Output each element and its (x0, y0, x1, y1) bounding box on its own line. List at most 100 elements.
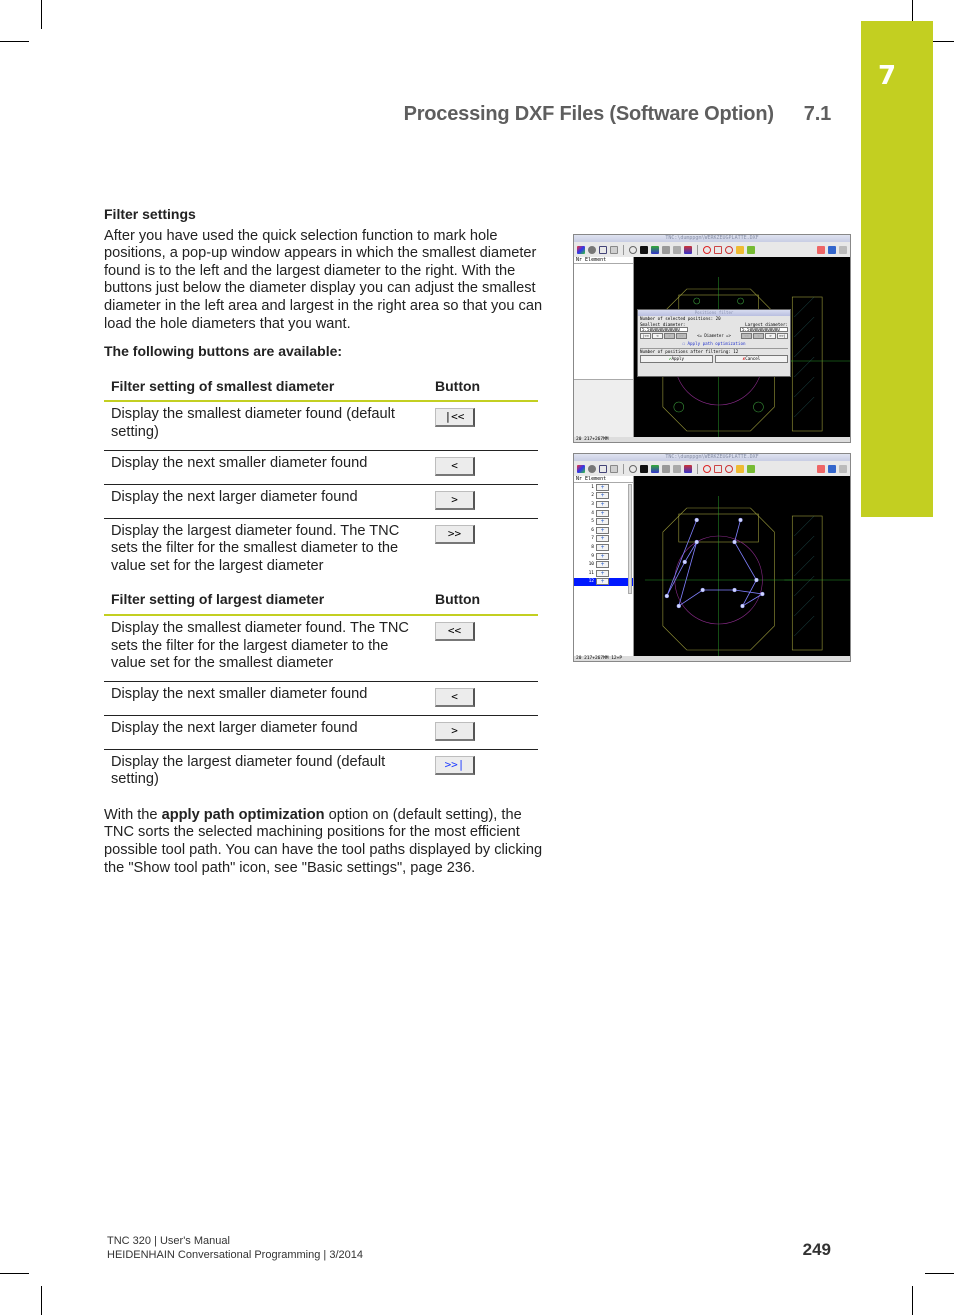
list-item[interactable]: 5 + (574, 517, 633, 526)
arrow-green-icon[interactable] (747, 464, 755, 473)
snap-icon[interactable] (673, 245, 681, 254)
intro-paragraph: After you have used the quick selection … (104, 227, 543, 332)
list-item[interactable]: 4 + (574, 509, 633, 518)
dlg-prev-button[interactable]: < (652, 332, 663, 339)
plus-icon[interactable]: + (596, 578, 609, 586)
close-icon[interactable] (817, 245, 825, 254)
plus-icon[interactable]: + (596, 483, 609, 491)
cancel-select-icon[interactable] (725, 464, 733, 473)
list-item-number: 5 (591, 519, 594, 525)
dlg-jump-largest-button[interactable]: >> (676, 332, 687, 339)
layer-icon[interactable] (577, 464, 585, 473)
list-item[interactable]: 7 + (574, 535, 633, 544)
plus-icon[interactable]: + (596, 492, 609, 500)
arrow-green-icon[interactable] (747, 245, 755, 254)
toolbar-separator (697, 244, 698, 255)
gear-icon[interactable] (588, 464, 596, 473)
drawing-canvas[interactable] (635, 476, 850, 656)
list-scrollbar[interactable] (628, 484, 632, 594)
list-item[interactable]: 9 + (574, 552, 633, 561)
list-item[interactable]: 12 + (574, 577, 633, 587)
next-smaller-button[interactable]: < (435, 456, 475, 476)
path-icon[interactable] (714, 245, 722, 254)
save-icon[interactable] (828, 464, 836, 473)
next-larger-button[interactable]: > (435, 490, 475, 510)
arrow-yellow-icon[interactable] (736, 464, 744, 473)
plus-icon[interactable]: + (596, 518, 609, 526)
position-icon[interactable] (610, 464, 618, 473)
grid-icon[interactable] (662, 464, 670, 473)
apply-button[interactable]: ✔Apply (640, 355, 713, 363)
jump-smallest-button[interactable]: << (435, 621, 475, 641)
save-icon[interactable] (828, 245, 836, 254)
dlg-next-button[interactable]: > (765, 332, 776, 339)
grid-icon[interactable] (662, 245, 670, 254)
cancel-select-icon[interactable] (725, 245, 733, 254)
zoom-icon[interactable] (629, 464, 637, 473)
positions-filter-dialog: Positions filter Number of selected posi… (637, 309, 791, 377)
footer-line2: HEIDENHAIN Conversational Programming | … (107, 1249, 363, 1261)
list-item-number: 3 (591, 501, 594, 507)
table-row: Display the next smaller diameter found … (104, 450, 538, 485)
contour-icon[interactable] (599, 245, 607, 254)
plus-icon[interactable]: + (596, 500, 609, 508)
largest-diameter-field[interactable]: 5.5000000000000 (740, 326, 788, 332)
row-description: Display the smallest diameter found. The… (104, 614, 428, 682)
chapter-tab: 7 (861, 21, 933, 517)
arrow-yellow-icon[interactable] (736, 245, 744, 254)
list-item[interactable]: 8 + (574, 543, 633, 552)
close-icon[interactable] (817, 464, 825, 473)
first-smallest-button[interactable]: |<< (435, 408, 475, 428)
shapes-icon[interactable] (684, 245, 692, 254)
fill-icon[interactable] (640, 245, 648, 254)
shapes-icon[interactable] (684, 464, 692, 473)
dlg-next-button[interactable]: > (664, 332, 675, 339)
list-item[interactable]: 3 + (574, 500, 633, 509)
apply-path-optimization-checkbox[interactable]: ☐ Apply path optimization (640, 340, 788, 349)
next-larger-button[interactable]: > (435, 721, 475, 741)
element-list-pane: Nr Element (574, 257, 634, 437)
window-title: TNC:\dumppgm\WERKZEUGPLATTE.DXF (574, 235, 850, 242)
table-row: Display the next larger diameter found > (104, 484, 538, 519)
contour-icon[interactable] (599, 464, 607, 473)
snap-icon[interactable] (673, 464, 681, 473)
help-icon[interactable] (839, 464, 847, 473)
target-icon[interactable] (703, 245, 711, 254)
jump-largest-button[interactable]: >> (435, 524, 475, 544)
plus-icon[interactable]: + (596, 535, 609, 543)
fill-icon[interactable] (640, 464, 648, 473)
tool-path (666, 519, 764, 608)
last-largest-button[interactable]: >>| (435, 755, 475, 775)
list-item[interactable]: 2 + (574, 492, 633, 501)
smallest-diameter-field[interactable]: 5.5000000000000 (640, 326, 688, 332)
list-item[interactable]: 6 + (574, 526, 633, 535)
list-item[interactable]: 1 + (574, 483, 633, 492)
colors-icon[interactable] (651, 464, 659, 473)
dlg-first-button[interactable]: |<< (640, 332, 651, 339)
zoom-icon[interactable] (629, 245, 637, 254)
next-smaller-button[interactable]: < (435, 687, 475, 707)
plus-icon[interactable]: + (596, 569, 609, 577)
list-item[interactable]: 11 + (574, 569, 633, 578)
dlg-jump-smallest-button[interactable]: << (741, 332, 752, 339)
dlg-last-button[interactable]: >>| (777, 332, 788, 339)
dlg-prev-button[interactable]: < (753, 332, 764, 339)
screenshot-tool-path: TNC:\dumppgm\WERKZEUGPLATTE.DXF Nr Eleme… (573, 453, 851, 662)
position-icon[interactable] (610, 245, 618, 254)
colors-icon[interactable] (651, 245, 659, 254)
plus-icon[interactable]: + (596, 526, 609, 534)
target-icon[interactable] (703, 464, 711, 473)
row-description: Display the largest diameter found (defa… (111, 753, 386, 788)
layer-icon[interactable] (577, 245, 585, 254)
list-item[interactable]: 10 + (574, 560, 633, 569)
plus-icon[interactable]: + (596, 509, 609, 517)
gear-icon[interactable] (588, 245, 596, 254)
hole (693, 297, 700, 305)
plus-icon[interactable]: + (596, 552, 609, 560)
path-icon[interactable] (714, 464, 722, 473)
plus-icon[interactable]: + (596, 543, 609, 551)
help-icon[interactable] (839, 245, 847, 254)
plus-icon[interactable]: + (596, 561, 609, 569)
cancel-button[interactable]: ✘Cancel (715, 355, 788, 363)
crop-mark (912, 0, 913, 21)
